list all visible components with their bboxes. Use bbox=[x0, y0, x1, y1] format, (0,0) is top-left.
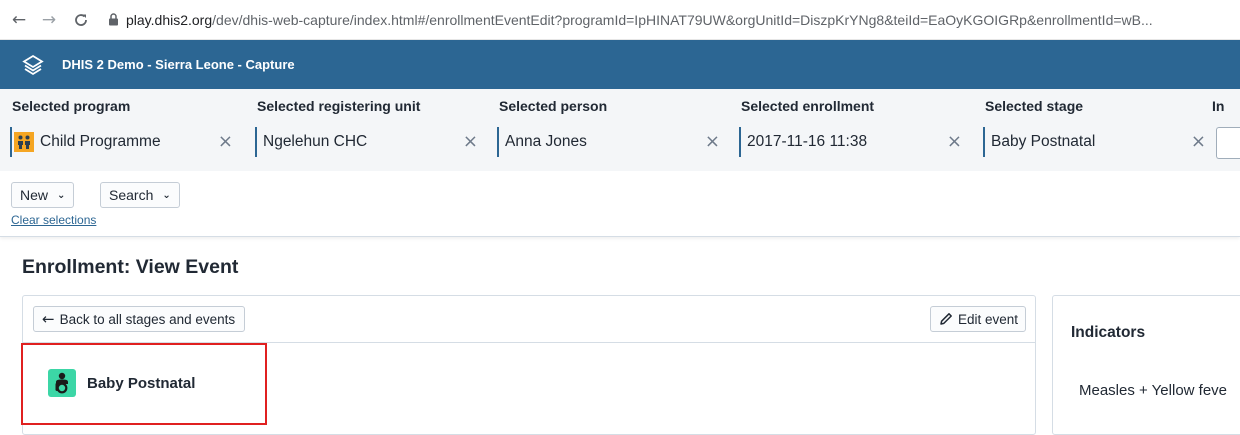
forward-arrow-icon[interactable]: → bbox=[38, 9, 60, 31]
app-header: DHIS 2 Demo - Sierra Leone - Capture bbox=[0, 40, 1240, 89]
page-title: Enrollment: View Event bbox=[22, 256, 239, 278]
program-value: Child Programme bbox=[40, 133, 161, 150]
enrollment-selector-label: Selected enrollment bbox=[741, 98, 875, 114]
lock-icon[interactable] bbox=[106, 12, 120, 28]
person-selector: Selected person Anna Jones × bbox=[487, 89, 730, 171]
program-selector: Selected program Child Programme × bbox=[0, 89, 243, 171]
edit-event-button[interactable]: Edit event bbox=[929, 306, 1026, 332]
reload-icon[interactable] bbox=[70, 9, 92, 31]
person-selector-label: Selected person bbox=[499, 98, 608, 114]
indicators-panel: Indicators Measles + Yellow feve bbox=[1052, 295, 1240, 435]
person-selector-box[interactable]: Anna Jones × bbox=[497, 127, 724, 157]
next-selector-input[interactable] bbox=[1216, 127, 1240, 159]
stage-value: Baby Postnatal bbox=[991, 133, 1096, 150]
arrow-left-icon: ← bbox=[42, 310, 55, 328]
person-value: Anna Jones bbox=[505, 133, 587, 150]
org-unit-selector: Selected registering unit Ngelehun CHC × bbox=[245, 89, 488, 171]
pencil-icon bbox=[940, 313, 952, 325]
event-panel-toolbar: ← Back to all stages and events Edit eve… bbox=[23, 296, 1035, 343]
address-bar[interactable]: play.dhis2.org/dev/dhis-web-capture/inde… bbox=[126, 12, 1153, 28]
stage-selector-box[interactable]: Baby Postnatal × bbox=[983, 127, 1210, 157]
clear-program-icon[interactable]: × bbox=[218, 132, 233, 152]
stage-selector-label: Selected stage bbox=[985, 98, 1084, 114]
org-unit-selector-box[interactable]: Ngelehun CHC × bbox=[255, 127, 482, 157]
clear-org-unit-icon[interactable]: × bbox=[463, 132, 478, 152]
org-unit-value: Ngelehun CHC bbox=[263, 133, 368, 150]
search-dropdown-button[interactable]: Search ⌄ bbox=[100, 182, 180, 208]
next-selector-label: In bbox=[1212, 98, 1225, 114]
stage-name: Baby Postnatal bbox=[87, 374, 196, 392]
clear-person-icon[interactable]: × bbox=[705, 132, 720, 152]
dhis2-logo-icon[interactable] bbox=[22, 54, 44, 76]
clear-enrollment-icon[interactable]: × bbox=[947, 132, 962, 152]
stage-header: Baby Postnatal bbox=[48, 369, 195, 397]
child-programme-icon bbox=[14, 132, 34, 152]
org-unit-selector-label: Selected registering unit bbox=[257, 98, 421, 114]
enrollment-value: 2017-11-16 11:38 bbox=[747, 133, 868, 150]
quick-actions-bar: New ⌄ Search ⌄ Clear selections bbox=[0, 171, 1240, 237]
back-arrow-icon[interactable]: ← bbox=[8, 9, 30, 31]
url-path: /dev/dhis-web-capture/index.html#/enroll… bbox=[212, 11, 1153, 28]
indicator-item: Measles + Yellow feve bbox=[1079, 382, 1228, 399]
edit-event-label: Edit event bbox=[957, 311, 1018, 327]
enrollment-selector-box[interactable]: 2017-11-16 11:38 × bbox=[739, 127, 966, 157]
url-host: play.dhis2.org bbox=[126, 11, 213, 28]
back-to-stages-button[interactable]: ← Back to all stages and events bbox=[33, 306, 246, 332]
search-button-label: Search bbox=[109, 187, 154, 203]
app-title: DHIS 2 Demo - Sierra Leone - Capture bbox=[62, 57, 295, 72]
clear-selections-link[interactable]: Clear selections bbox=[11, 213, 96, 227]
browser-toolbar: ← → play.dhis2.org/dev/dhis-web-capture/… bbox=[0, 0, 1240, 40]
program-selector-box[interactable]: Child Programme × bbox=[10, 127, 237, 157]
new-dropdown-button[interactable]: New ⌄ bbox=[11, 182, 75, 208]
chevron-down-icon: ⌄ bbox=[162, 189, 171, 201]
new-button-label: New bbox=[20, 187, 49, 203]
chevron-down-icon: ⌄ bbox=[57, 189, 66, 201]
selection-bar: Selected program Child Programme × Selec… bbox=[0, 89, 1240, 171]
mother-child-icon bbox=[48, 369, 76, 397]
next-selector-partial: In bbox=[1200, 89, 1240, 171]
back-to-stages-label: Back to all stages and events bbox=[59, 311, 236, 327]
stage-selector: Selected stage Baby Postnatal × bbox=[973, 89, 1216, 171]
indicators-title: Indicators bbox=[1071, 324, 1146, 341]
program-selector-label: Selected program bbox=[12, 98, 131, 114]
enrollment-selector: Selected enrollment 2017-11-16 11:38 × bbox=[729, 89, 972, 171]
